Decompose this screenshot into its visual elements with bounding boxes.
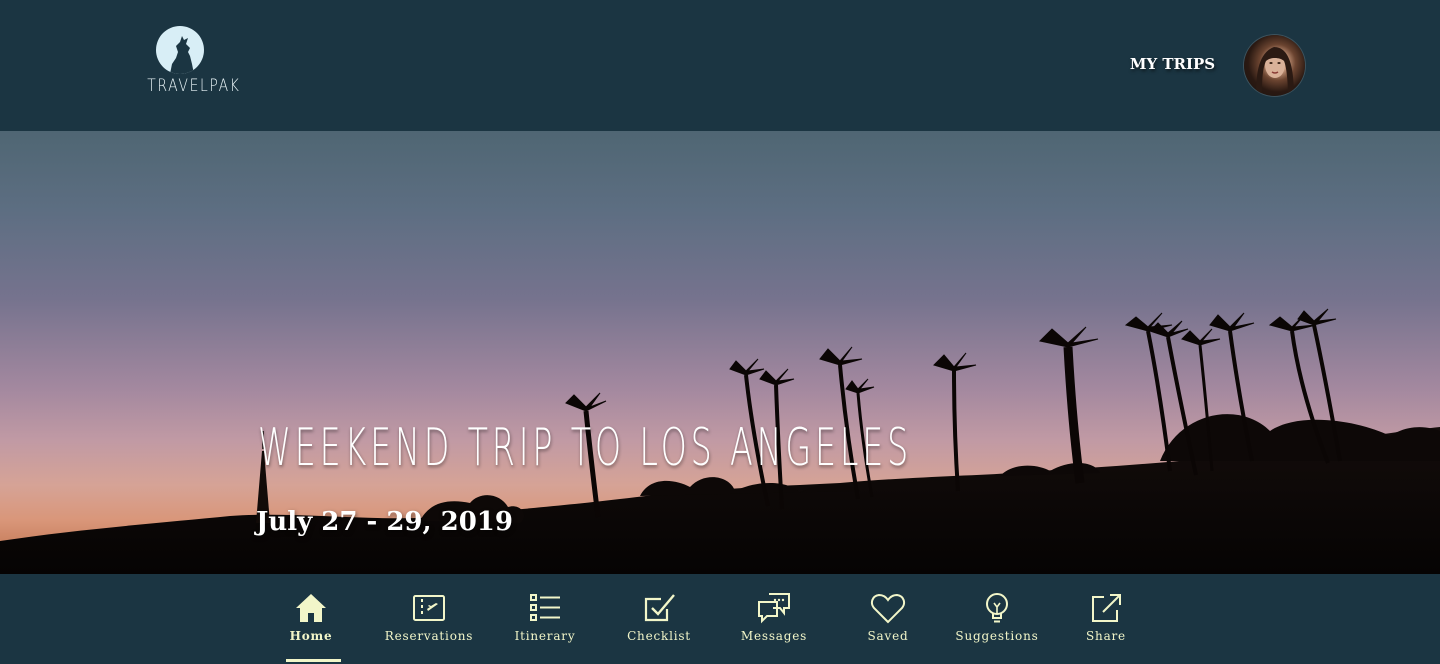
howling-wolf-moon-icon <box>156 26 204 74</box>
nav-label-messages: Messages <box>740 629 808 643</box>
trip-dates: July 27 - 29, 2019 <box>256 507 513 537</box>
nav-label-suggestions: Suggestions <box>955 629 1039 643</box>
nav-item-messages[interactable]: Messages <box>738 574 810 664</box>
share-icon <box>1088 591 1124 625</box>
trip-title: WEEKEND TRIP TO LOS ANGELES <box>258 418 913 478</box>
nav-label-saved: Saved <box>867 629 909 643</box>
nav-item-saved[interactable]: Saved <box>858 574 918 664</box>
user-avatar[interactable] <box>1244 35 1305 96</box>
travelpak-logo[interactable]: TRAVELPAK <box>140 24 241 104</box>
nav-label-reservations: Reservations <box>384 629 474 643</box>
lightbulb-icon <box>979 591 1015 625</box>
logo-text: TRAVELPAK <box>147 76 241 96</box>
top-header: TRAVELPAK MY TRIPS <box>0 0 1440 131</box>
bottom-nav: Home Reservations Itinerary Checklist Me… <box>0 574 1440 664</box>
nav-label-share: Share <box>1086 629 1126 643</box>
my-trips-link[interactable]: MY TRIPS <box>1120 55 1225 73</box>
trip-hero-banner: WEEKEND TRIP TO LOS ANGELES July 27 - 29… <box>0 131 1440 574</box>
heart-icon <box>870 591 906 625</box>
checkbox-icon <box>641 591 677 625</box>
nav-item-suggestions[interactable]: Suggestions <box>952 574 1042 664</box>
ticket-plane-icon <box>411 591 447 625</box>
nav-item-home[interactable]: Home <box>278 574 344 664</box>
chat-bubbles-icon <box>756 591 792 625</box>
nav-label-itinerary: Itinerary <box>514 629 576 643</box>
nav-item-share[interactable]: Share <box>1080 574 1132 664</box>
nav-item-reservations[interactable]: Reservations <box>382 574 476 664</box>
nav-label-checklist: Checklist <box>627 629 691 643</box>
home-icon <box>293 591 329 625</box>
nav-item-itinerary[interactable]: Itinerary <box>510 574 580 664</box>
active-tab-indicator <box>286 659 341 662</box>
nav-item-checklist[interactable]: Checklist <box>622 574 696 664</box>
list-icon <box>527 591 563 625</box>
palm-trees-silhouette <box>0 308 1440 574</box>
nav-label-home: Home <box>289 629 333 643</box>
